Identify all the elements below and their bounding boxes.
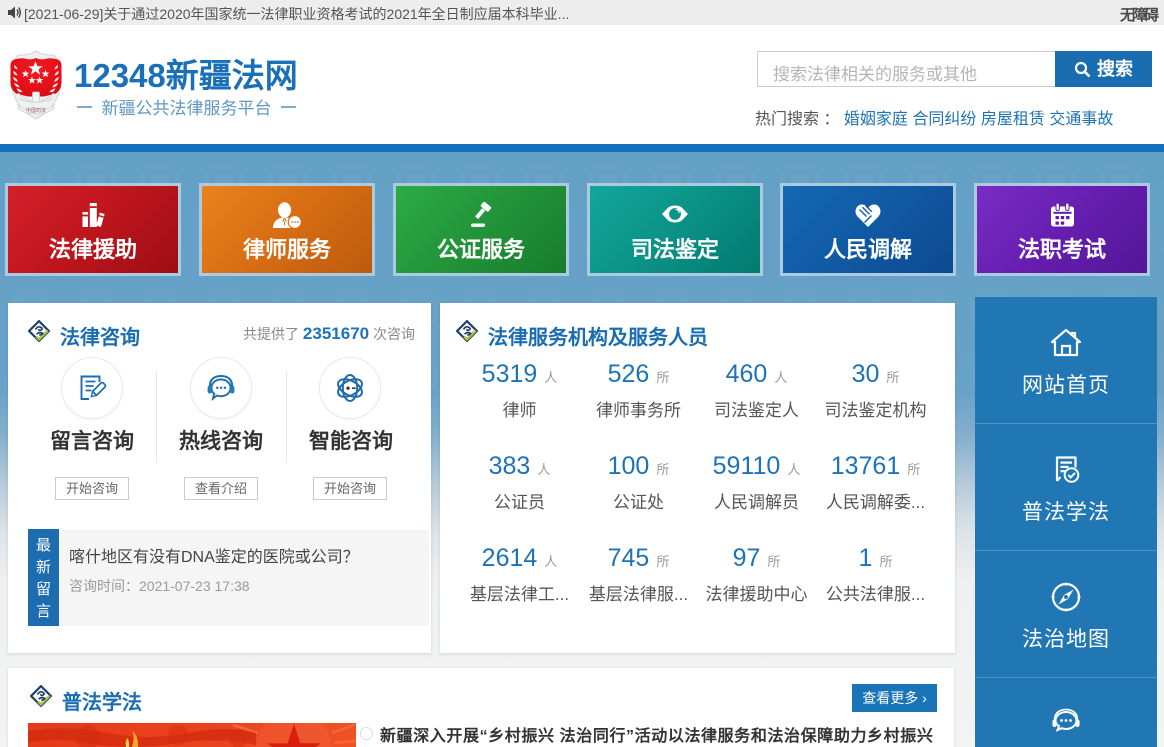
svg-text:中国司法: 中国司法	[26, 107, 46, 114]
